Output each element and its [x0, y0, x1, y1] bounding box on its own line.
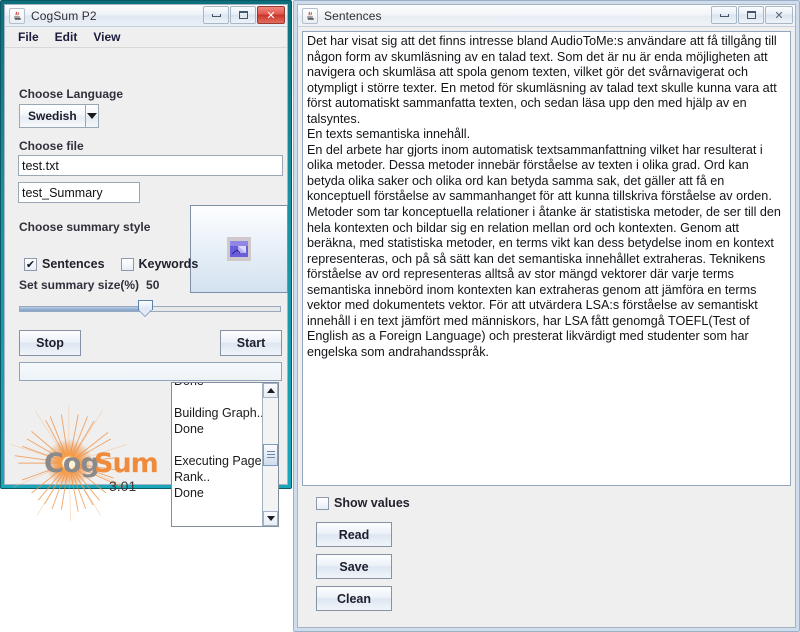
summary-size-label: Set summary size(%): [19, 278, 140, 292]
menu-edit[interactable]: Edit: [48, 28, 85, 46]
keywords-checkbox-label: Keywords: [138, 257, 199, 271]
list-item: [174, 437, 262, 453]
close-icon: ✕: [266, 8, 276, 22]
sentence-paragraph: En del arbete har gjorts inom automatisk…: [307, 142, 772, 204]
desktop: CogSum P2 ✕ File Edit View Choose Langua…: [0, 0, 800, 632]
close-button[interactable]: ✕: [257, 6, 285, 24]
minimize-button[interactable]: [711, 6, 737, 24]
slider-thumb[interactable]: [138, 300, 153, 317]
cogsum-logo: Cog Sum 3.01: [11, 400, 161, 528]
file-path-input[interactable]: test.txt: [18, 155, 283, 176]
sentences-controls: Show values Read Save Clean: [302, 486, 791, 618]
menubar: File Edit View: [5, 27, 287, 48]
list-item: Building Graph..: [174, 406, 262, 420]
show-values-checkbox[interactable]: Show values: [316, 496, 791, 510]
show-values-checkbox-label: Show values: [334, 496, 410, 510]
sentences-checkbox-box[interactable]: ✔: [24, 257, 37, 271]
sentences-textarea[interactable]: Det har visat sig att det finns intresse…: [302, 31, 791, 486]
chevron-down-icon: [86, 113, 97, 119]
read-button[interactable]: Read: [316, 522, 392, 547]
list-item: Done: [174, 486, 204, 500]
summary-name-input[interactable]: test_Summary: [18, 182, 140, 203]
logo-version-text: 3.01: [109, 478, 137, 494]
start-button[interactable]: Start: [220, 330, 282, 356]
list-item: Done: [174, 422, 204, 436]
clean-button[interactable]: Clean: [316, 586, 392, 611]
java-coffee-icon: [9, 7, 25, 24]
cogsum-content: Choose Language Swedish Choose file test…: [5, 48, 288, 527]
logo-cog-text: Cog: [44, 448, 100, 479]
sentence-paragraph: Det har visat sig att det finns intresse…: [307, 34, 777, 126]
scrollbar-track-lower[interactable]: [263, 465, 278, 511]
keywords-checkbox-box[interactable]: [120, 257, 134, 271]
cogsum-window[interactable]: CogSum P2 ✕ File Edit View Choose Langua…: [0, 0, 292, 527]
list-item: Done: [174, 383, 262, 389]
log-listbox[interactable]: Done Building Graph.. Done Executing Pag…: [171, 382, 279, 527]
list-item: Executing Page: [174, 454, 262, 468]
broken-image-icon: [227, 237, 251, 261]
minimize-icon: [719, 13, 729, 17]
choose-file-label: Choose file: [19, 139, 84, 153]
language-combobox-value: Swedish: [28, 109, 77, 123]
close-button[interactable]: ✕: [765, 6, 793, 24]
log-scrollbar[interactable]: [262, 383, 278, 526]
cogsum-window-buttons: ✕: [203, 6, 285, 24]
summary-size-row: Set summary size(%) 50: [19, 278, 159, 292]
language-combobox[interactable]: Swedish: [19, 104, 99, 128]
scrollbar-thumb[interactable]: [263, 443, 278, 466]
minimize-icon: [211, 13, 221, 17]
maximize-button[interactable]: [230, 6, 256, 24]
summary-size-value: 50: [146, 278, 160, 292]
summary-style-options: ✔ Sentences Keywords: [24, 257, 198, 271]
close-icon: ✕: [774, 8, 784, 22]
scroll-up-arrow-icon[interactable]: [263, 383, 278, 398]
menu-view[interactable]: View: [86, 28, 127, 46]
java-coffee-icon: [302, 7, 318, 24]
summary-style-label: Choose summary style: [19, 220, 151, 234]
sentences-title-text: Sentences: [324, 8, 382, 23]
slider-fill: [20, 307, 144, 311]
sentence-paragraph: Metoder som tar konceptuella relationer …: [307, 205, 781, 359]
maximize-icon: [238, 11, 248, 19]
summary-size-slider[interactable]: [19, 299, 281, 319]
language-combobox-arrow[interactable]: [84, 105, 98, 127]
check-icon: ✔: [25, 257, 36, 271]
preview-thumbnail-panel: [190, 205, 288, 293]
keywords-checkbox[interactable]: Keywords: [120, 257, 199, 271]
scrollbar-track-upper[interactable]: [263, 398, 278, 444]
sentences-checkbox[interactable]: ✔ Sentences: [24, 257, 105, 271]
stop-button[interactable]: Stop: [19, 330, 81, 356]
maximize-icon: [746, 11, 756, 19]
cogsum-title-text: CogSum P2: [31, 8, 97, 23]
sentence-paragraph: En texts semantiska innehåll.: [307, 127, 471, 142]
show-values-checkbox-box[interactable]: [316, 496, 329, 510]
sentences-window-buttons: ✕: [711, 6, 793, 24]
sentences-window-inner: Sentences ✕ Det har visat sig att det fi…: [297, 4, 796, 628]
progress-bar: [19, 362, 282, 381]
sentences-content: Det har visat sig att det finns intresse…: [298, 27, 795, 627]
logo-sum-text: Sum: [94, 448, 159, 479]
cogsum-titlebar[interactable]: CogSum P2 ✕: [5, 5, 287, 27]
maximize-button[interactable]: [738, 6, 764, 24]
log-list-items: Done Building Graph.. Done Executing Pag…: [172, 383, 262, 526]
minimize-button[interactable]: [203, 6, 229, 24]
menu-file[interactable]: File: [11, 28, 46, 46]
scroll-down-arrow-icon[interactable]: [263, 511, 278, 526]
sentences-checkbox-label: Sentences: [42, 257, 105, 271]
list-item: [174, 389, 262, 405]
sentences-titlebar[interactable]: Sentences ✕: [298, 5, 795, 27]
cogsum-window-inner: CogSum P2 ✕ File Edit View Choose Langua…: [4, 4, 288, 527]
save-button[interactable]: Save: [316, 554, 392, 579]
sentences-window[interactable]: Sentences ✕ Det har visat sig att det fi…: [293, 0, 800, 632]
choose-language-label: Choose Language: [19, 87, 124, 101]
list-item: Rank..: [174, 470, 211, 484]
